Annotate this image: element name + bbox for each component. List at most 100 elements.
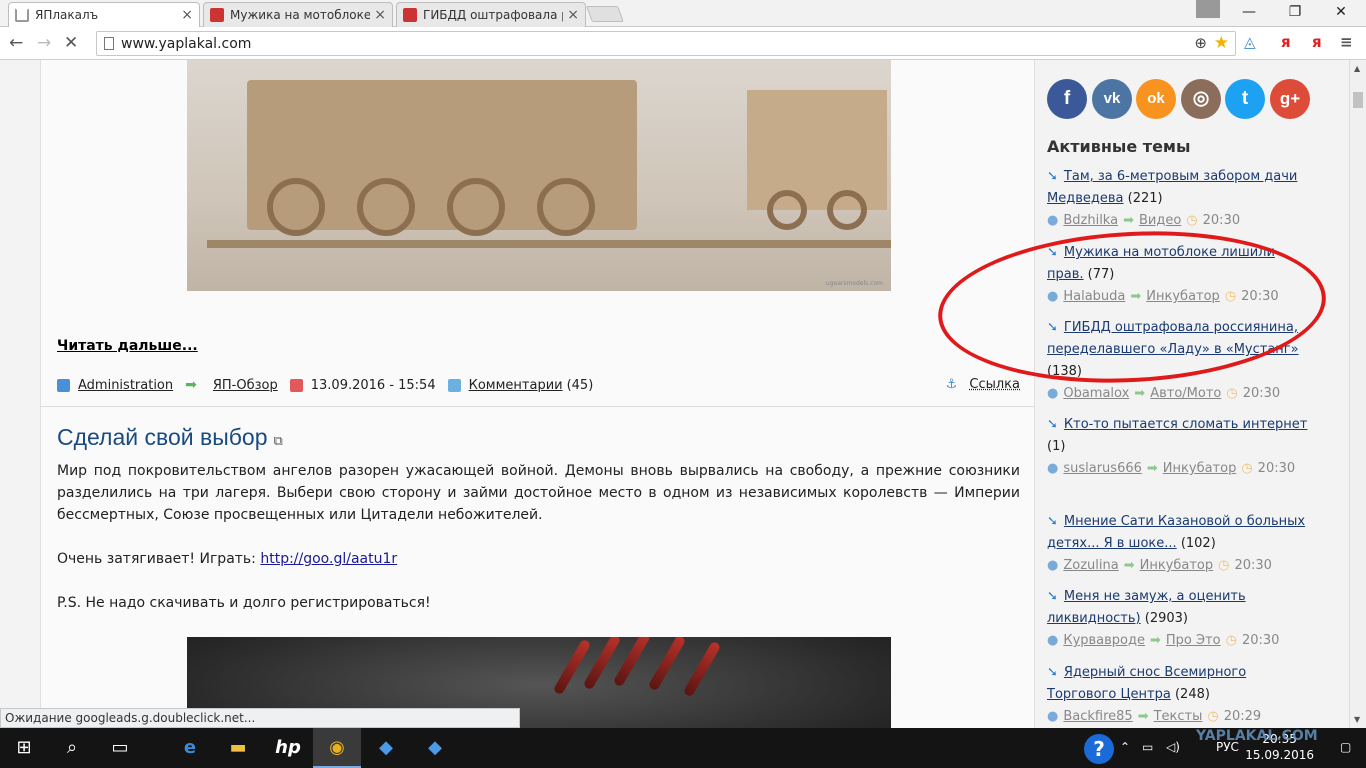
yandex-extension-icon[interactable]: я bbox=[1281, 33, 1291, 51]
forward-icon[interactable]: → bbox=[37, 33, 51, 53]
yaplakal-favicon-icon bbox=[210, 8, 224, 22]
facebook-icon[interactable]: f bbox=[1047, 79, 1087, 119]
twitter-icon[interactable]: t bbox=[1225, 79, 1265, 119]
game-link[interactable]: http://goo.gl/aatu1r bbox=[260, 551, 397, 567]
topic-link[interactable]: Ядерный снос Всемирного Торгового Центра bbox=[1047, 665, 1246, 702]
topic-link[interactable]: Кто-то пытается сломать интернет bbox=[1064, 417, 1307, 432]
tab-bar: ЯПлакалъ × Мужика на мотоблоке лишили пр… bbox=[0, 0, 1366, 27]
tab-motoblok[interactable]: Мужика на мотоблоке лишили прав × bbox=[203, 2, 393, 27]
stop-icon[interactable]: ✕ bbox=[64, 33, 78, 53]
post-title-text[interactable]: Сделай свой выбор bbox=[57, 424, 268, 450]
open-external-icon[interactable]: ⧉ bbox=[274, 433, 283, 448]
read-more-link[interactable]: Читать дальше... bbox=[57, 338, 198, 354]
chrome-icon[interactable]: ◉ bbox=[313, 728, 361, 768]
topic-link[interactable]: Мнение Сати Казановой о больных детях...… bbox=[1047, 514, 1305, 551]
topic-user-link[interactable]: Bdzhilka bbox=[1063, 213, 1118, 228]
topic-link[interactable]: Там, за 6-метровым забором дачи Медведев… bbox=[1047, 169, 1297, 206]
topic-section-link[interactable]: Инкубатор bbox=[1163, 461, 1237, 476]
topic-user-link[interactable]: Курвавроде bbox=[1063, 633, 1145, 648]
maximize-button[interactable]: ❐ bbox=[1272, 0, 1318, 24]
extension-icon[interactable]: ◬ bbox=[1244, 33, 1256, 51]
topic-count: (138) bbox=[1047, 364, 1082, 379]
image-caption: ugearsmodels.com bbox=[825, 280, 883, 287]
topic-count: (77) bbox=[1087, 267, 1115, 282]
vk-icon[interactable]: vk bbox=[1092, 79, 1132, 119]
topic-user-link[interactable]: Obamalox bbox=[1063, 386, 1129, 401]
topic-section-link[interactable]: Тексты bbox=[1154, 709, 1203, 724]
clock-icon: ◷ bbox=[1186, 213, 1198, 228]
scroll-down-icon[interactable]: ▼ bbox=[1354, 715, 1360, 724]
help-icon[interactable]: ? bbox=[1084, 734, 1114, 764]
topic-section-link[interactable]: Авто/Мото bbox=[1150, 386, 1221, 401]
comments-count: (45) bbox=[566, 377, 594, 393]
tray-chevron-icon[interactable]: ⌃ bbox=[1120, 740, 1130, 754]
edge-icon[interactable]: e bbox=[166, 728, 214, 768]
minimize-button[interactable]: — bbox=[1226, 0, 1272, 24]
permalink[interactable]: ⚓ Ссылка bbox=[946, 377, 1020, 392]
topic-time: 20:30 bbox=[1241, 289, 1279, 304]
topic-user-link[interactable]: Zozulina bbox=[1063, 558, 1118, 573]
topic-item: ➘ ГИБДД оштрафовала россиянина, переделав… bbox=[1047, 317, 1315, 405]
topic-item: ➘ Кто-то пытается сломать интернет (1) ● s… bbox=[1047, 414, 1315, 480]
topic-section-link[interactable]: Видео bbox=[1139, 213, 1181, 228]
topic-link[interactable]: ГИБДД оштрафовала россиянина, переделавш… bbox=[1047, 320, 1299, 357]
menu-icon[interactable]: ≡ bbox=[1340, 33, 1353, 51]
close-window-button[interactable]: ✕ bbox=[1318, 0, 1364, 24]
tab-yaplakal[interactable]: ЯПлакалъ × bbox=[8, 2, 200, 27]
page-scrollbar[interactable]: ▲ ▼ bbox=[1349, 60, 1366, 728]
yandex-extension-icon-2[interactable]: я bbox=[1312, 33, 1322, 51]
post-paragraph: Мир под покровительством ангелов разорен… bbox=[57, 463, 1020, 523]
post-body: Мир под покровительством ангелов разорен… bbox=[57, 460, 1020, 636]
back-icon[interactable]: ← bbox=[9, 33, 23, 53]
hp-icon[interactable]: hp bbox=[264, 728, 312, 768]
app-icon-z2[interactable]: ◆ bbox=[411, 728, 459, 768]
task-view-icon[interactable]: ▭ bbox=[96, 728, 144, 768]
topic-user-link[interactable]: suslarus666 bbox=[1063, 461, 1142, 476]
topic-count: (221) bbox=[1127, 191, 1163, 206]
arrow-right-icon: ➡ bbox=[1130, 289, 1142, 304]
tab-close-icon[interactable]: × bbox=[374, 7, 386, 23]
network-icon[interactable]: ▭ bbox=[1142, 740, 1153, 754]
volume-icon[interactable]: ◁) bbox=[1166, 740, 1180, 754]
author-link[interactable]: Administration bbox=[78, 378, 173, 393]
search-icon[interactable]: ⌕ bbox=[48, 728, 96, 768]
user-icon: ● bbox=[1047, 386, 1059, 401]
scroll-up-icon[interactable]: ▲ bbox=[1354, 64, 1360, 73]
url-text[interactable]: www.yaplakal.com bbox=[121, 36, 251, 52]
topic-icon: ➘ bbox=[1047, 514, 1058, 529]
address-bar[interactable]: www.yaplakal.com ⊕ ★ bbox=[96, 31, 1236, 56]
tab-title: ГИБДД оштрафовала россиянина bbox=[423, 8, 563, 22]
scroll-thumb[interactable] bbox=[1353, 92, 1363, 108]
tab-close-icon[interactable]: × bbox=[567, 7, 579, 23]
calendar-icon bbox=[289, 378, 303, 392]
main-column: ugearsmodels.com Читать дальше... Admini… bbox=[40, 60, 1035, 728]
post-title[interactable]: Сделай свой выбор ⧉ bbox=[57, 424, 283, 451]
topic-user-link[interactable]: Backfire85 bbox=[1063, 709, 1132, 724]
notifications-icon[interactable]: ▢ bbox=[1340, 740, 1351, 754]
topic-section-link[interactable]: Инкубатор bbox=[1140, 558, 1214, 573]
user-icon: ● bbox=[1047, 289, 1059, 304]
bookmark-star-icon[interactable]: ★ bbox=[1214, 33, 1229, 53]
permalink-label[interactable]: Ссылка bbox=[969, 377, 1020, 392]
tab-gibdd[interactable]: ГИБДД оштрафовала россиянина × bbox=[396, 2, 586, 27]
topic-section-link[interactable]: Про Это bbox=[1166, 633, 1221, 648]
comments-link[interactable]: Комментарии bbox=[469, 378, 563, 393]
start-icon[interactable]: ⊞ bbox=[0, 728, 48, 768]
topic-link[interactable]: Мужика на мотоблоке лишили прав. bbox=[1047, 245, 1275, 282]
file-explorer-icon[interactable]: ▬ bbox=[214, 728, 262, 768]
instagram-icon[interactable]: ◎ bbox=[1181, 79, 1221, 119]
profile-icon[interactable] bbox=[1196, 0, 1220, 18]
odnoklassniki-icon[interactable]: ok bbox=[1136, 79, 1176, 119]
arrow-right-icon: ➡ bbox=[1137, 709, 1149, 724]
section-link[interactable]: ЯП-Обзор bbox=[213, 378, 278, 393]
app-icon-z1[interactable]: ◆ bbox=[362, 728, 410, 768]
user-icon: ● bbox=[1047, 558, 1059, 573]
arrow-right-icon: ➡ bbox=[1146, 461, 1158, 476]
page-icon bbox=[104, 37, 114, 50]
topic-user-link[interactable]: Halabuda bbox=[1063, 289, 1125, 304]
zoom-icon[interactable]: ⊕ bbox=[1194, 34, 1207, 52]
tab-close-icon[interactable]: × bbox=[181, 7, 193, 23]
new-tab-button[interactable] bbox=[586, 6, 624, 22]
topic-section-link[interactable]: Инкубатор bbox=[1146, 289, 1220, 304]
google-plus-icon[interactable]: g+ bbox=[1270, 79, 1310, 119]
